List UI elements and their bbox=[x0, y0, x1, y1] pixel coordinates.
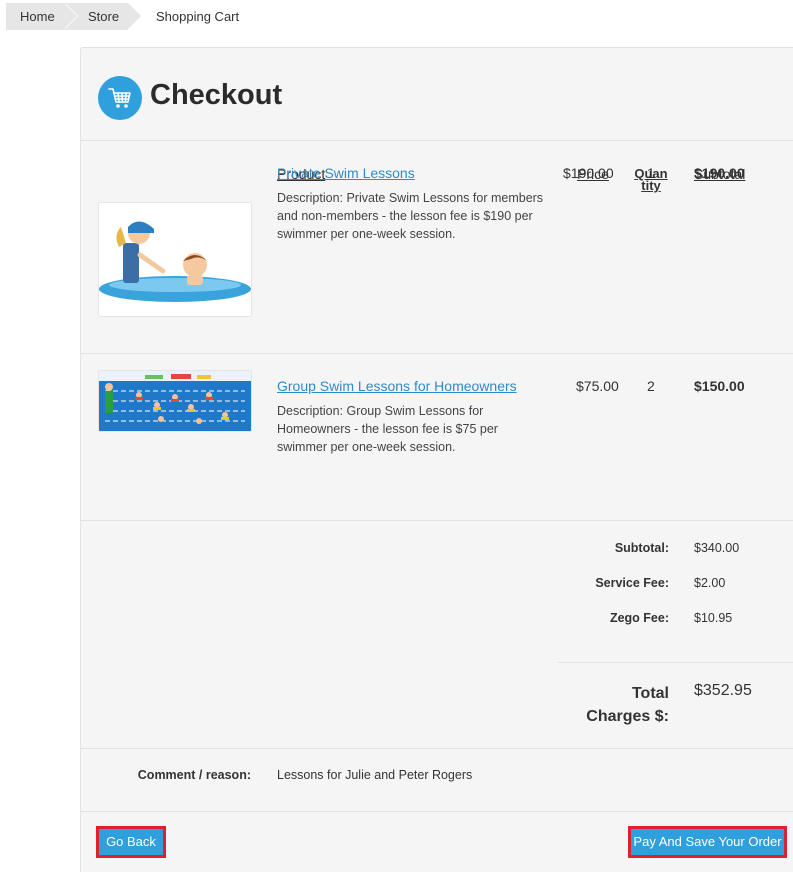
go-back-button[interactable]: Go Back bbox=[96, 826, 166, 858]
cart-item: Private Swim Lessons Description: Privat… bbox=[81, 141, 793, 354]
breadcrumb-current: Shopping Cart bbox=[156, 9, 240, 24]
comment-row: Comment / reason: Lessons for Julie and … bbox=[81, 748, 793, 812]
product-image bbox=[98, 202, 252, 317]
total-label-line1: Total bbox=[631, 685, 669, 702]
subtotal-value: $340.00 bbox=[694, 541, 740, 555]
pay-and-save-order-button[interactable]: Pay And Save Your Order bbox=[628, 826, 787, 858]
product-quantity: 1 bbox=[647, 165, 655, 181]
comment-label: Comment / reason: bbox=[137, 768, 251, 782]
product-price: $75.00 bbox=[576, 378, 619, 394]
product-description: Description: Private Swim Lessons for me… bbox=[277, 191, 544, 241]
service-fee-value: $2.00 bbox=[694, 576, 726, 590]
product-name-link[interactable]: Private Swim Lessons bbox=[277, 165, 415, 181]
product-image bbox=[98, 370, 252, 432]
cart-item: Group Swim Lessons for Homeowners Descri… bbox=[81, 354, 793, 521]
comment-value: Lessons for Julie and Peter Rogers bbox=[277, 768, 473, 782]
product-description: Description: Group Swim Lessons for Home… bbox=[277, 404, 498, 454]
total-value: $352.95 bbox=[694, 682, 752, 699]
summary-divider bbox=[558, 662, 793, 663]
product-name-link[interactable]: Group Swim Lessons for Homeowners bbox=[277, 378, 517, 394]
product-subtotal: $190.00 bbox=[694, 165, 745, 181]
shopping-cart-icon bbox=[98, 76, 142, 120]
page-title: Checkout bbox=[150, 79, 283, 111]
total-label: Total Charges $: bbox=[586, 682, 669, 728]
checkout-header: Checkout bbox=[81, 48, 793, 141]
breadcrumb-home[interactable]: Home bbox=[6, 3, 78, 30]
product-subtotal: $150.00 bbox=[694, 378, 745, 394]
total-label-line2: Charges $: bbox=[586, 708, 669, 725]
service-fee-label: Service Fee: bbox=[595, 576, 669, 590]
breadcrumb: Home Store Shopping Cart bbox=[6, 3, 239, 30]
zego-fee-label: Zego Fee: bbox=[609, 611, 669, 625]
product-price: $190.00 bbox=[563, 165, 614, 181]
product-quantity: 2 bbox=[647, 378, 655, 394]
zego-fee-value: $10.95 bbox=[694, 611, 733, 625]
subtotal-label: Subtotal: bbox=[614, 541, 669, 555]
checkout-panel: Checkout Product Price Quan tity Subtota… bbox=[80, 47, 793, 872]
